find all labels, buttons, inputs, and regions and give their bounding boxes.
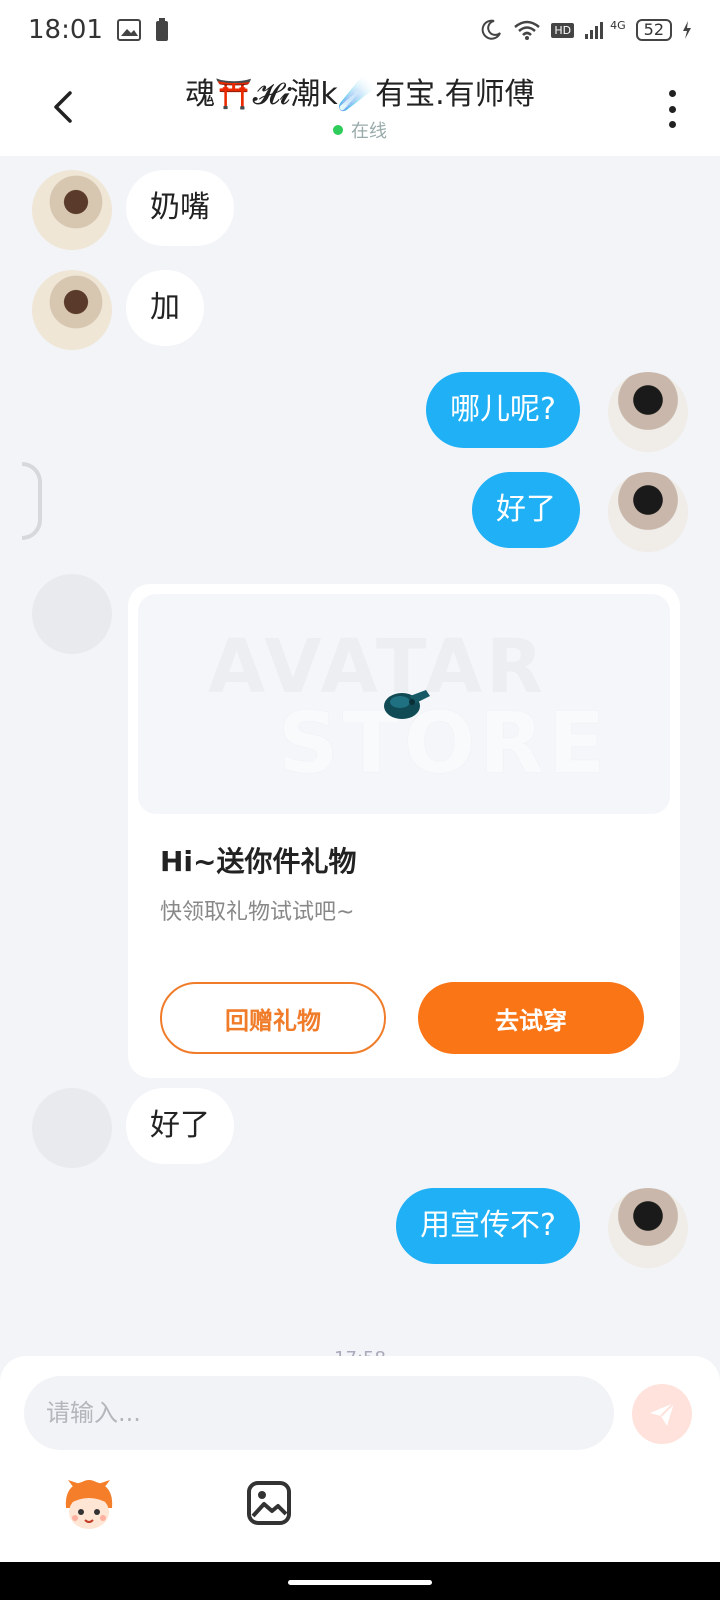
signal-icon [585,22,604,39]
more-dot [668,105,676,113]
status-time: 18:01 [28,15,103,45]
contact-avatar-placeholder[interactable] [32,574,112,654]
message-bubble-outgoing[interactable]: 哪儿呢? [426,372,580,448]
more-vertical-icon [668,90,676,97]
message-bubble-outgoing[interactable]: 用宣传不? [396,1188,580,1264]
charging-icon [683,21,691,39]
online-dot [332,125,343,135]
gift-card[interactable]: AVATAR STORE Hi~送你件礼物 快领取礼物试试吧~ 回赠礼物 去试穿 [128,584,680,1078]
back-button[interactable] [40,82,84,132]
chat-title: 魂⛩️𝓗𝓲潮k☄️有宝.有师傅 [185,77,535,112]
chat-message-list[interactable]: 奶嘴 加 哪儿呢? 好了 AVATAR STORE Hi~送你件礼物 快领取礼物… [0,156,720,1369]
my-avatar[interactable] [608,1188,688,1268]
gift-subtitle: 快领取礼物试试吧~ [160,900,355,925]
image-tool-button[interactable] [246,1480,292,1526]
wifi-icon [514,20,541,40]
composer [0,1356,720,1562]
message-bubble-incoming[interactable]: 好了 [126,1088,234,1164]
chat-title-block: 魂⛩️𝓗𝓲潮k☄️有宝.有师傅 在线 [185,69,534,143]
send-icon [650,1402,675,1426]
message-bubble-incoming[interactable]: 奶嘴 [126,170,234,246]
online-status: 在线 [185,117,534,143]
contact-avatar-placeholder[interactable] [32,1088,112,1168]
message-input[interactable] [24,1376,614,1450]
online-status-text: 在线 [350,121,387,142]
gallery-icon [116,19,141,41]
contact-avatar[interactable] [32,270,112,350]
home-indicator[interactable] [288,1580,432,1585]
avatar-mascot-icon [65,1480,113,1529]
gift-preview-image[interactable]: AVATAR STORE [138,594,670,814]
network-type: 4G [610,18,626,32]
hd-badge: HD [551,22,575,38]
message-bubble-outgoing[interactable]: 好了 [472,472,580,548]
try-on-button[interactable]: 去试穿 [418,982,644,1054]
more-options-button[interactable] [660,84,684,134]
contact-avatar[interactable] [32,170,112,250]
return-gift-button[interactable]: 回赠礼物 [160,982,386,1054]
battery-saver-icon [155,18,168,41]
gift-item-icon [384,690,430,719]
status-bar: 18:01 HD 4G 52 [0,0,720,60]
side-drawer-handle[interactable] [22,462,42,540]
chat-header: 魂⛩️𝓗𝓲潮k☄️有宝.有师傅 在线 [0,60,720,156]
image-icon [247,1481,291,1525]
my-avatar[interactable] [608,372,688,452]
avatar-store-watermark: STORE [278,694,610,792]
my-avatar[interactable] [608,472,688,552]
chevron-left-icon [54,91,72,123]
moon-icon [482,19,502,40]
battery-indicator: 52 [635,19,672,41]
send-button[interactable] [632,1384,692,1444]
message-bubble-incoming[interactable]: 加 [126,270,204,346]
avatar-tool-button[interactable] [60,1478,118,1532]
gift-title: Hi~送你件礼物 [160,845,357,878]
more-dot [668,121,676,128]
